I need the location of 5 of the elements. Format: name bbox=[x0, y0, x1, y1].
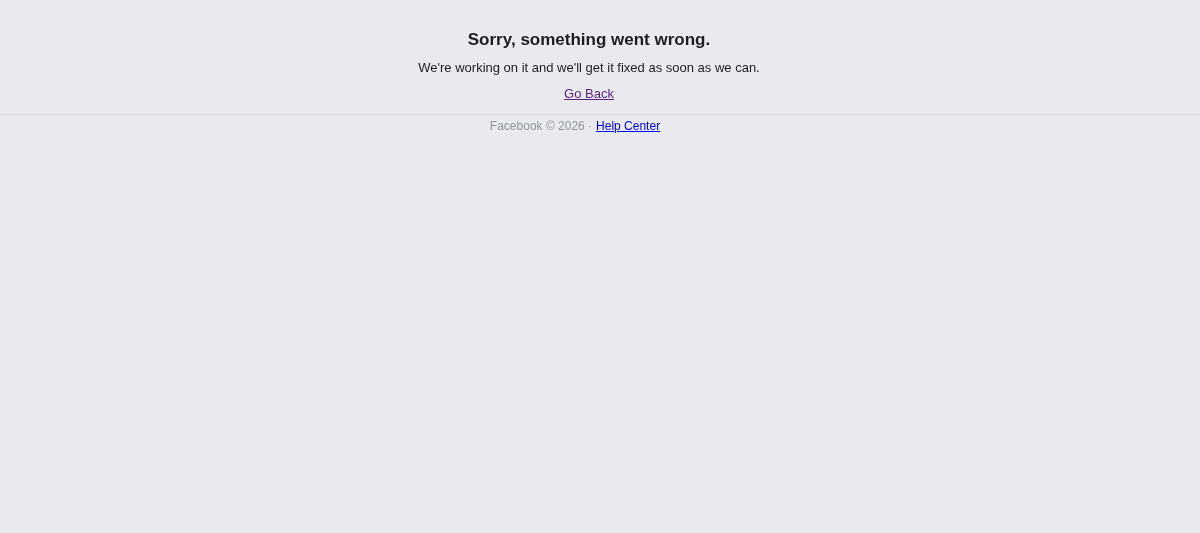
help-center-link[interactable]: Help Center bbox=[596, 119, 661, 134]
copyright-text: Facebook © 2026 · bbox=[489, 119, 593, 134]
error-title: Sorry, something went wrong. bbox=[467, 30, 711, 50]
go-back-link[interactable]: Go Back bbox=[564, 86, 614, 102]
error-message: We're working on it and we'll get it fixed as soon as we can. bbox=[418, 60, 760, 76]
